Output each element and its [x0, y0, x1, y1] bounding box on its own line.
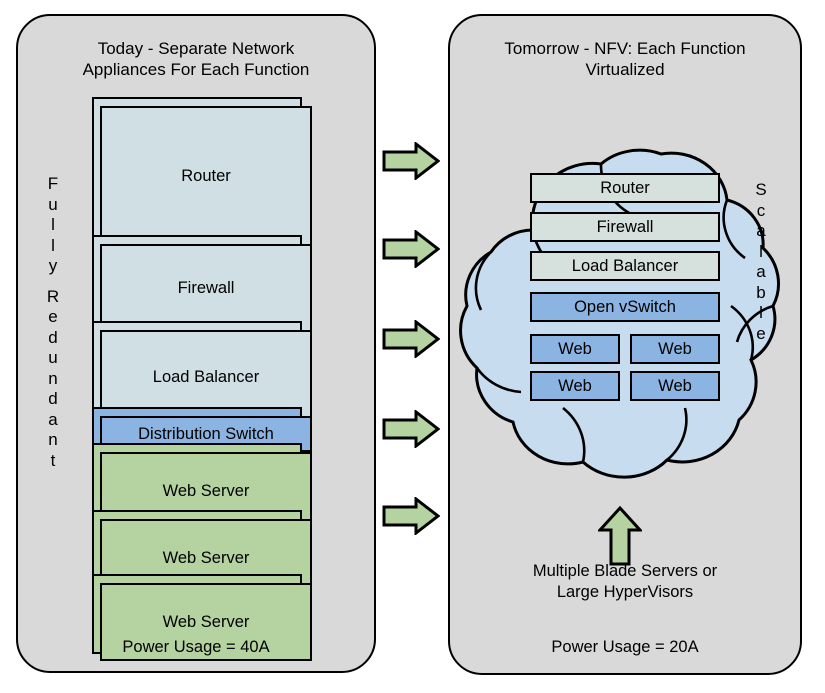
appliance-label: Firewall — [177, 278, 235, 297]
vnf-label: Web — [558, 376, 592, 395]
appliance-firewall[interactable]: Firewall — [92, 235, 318, 333]
vnf-open-vswitch[interactable]: Open vSwitch — [530, 292, 720, 322]
right-panel-title-line1: Tomorrow - NFV: Each Function — [504, 39, 746, 58]
vnf-label: Firewall — [596, 217, 654, 236]
vlabel-letter: a — [48, 409, 58, 429]
vlabel-letter: e — [756, 323, 766, 343]
vnf-load-balancer[interactable]: Load Balancer — [530, 251, 720, 281]
transition-arrow-2 — [382, 228, 441, 270]
vlabel-letter: u — [48, 194, 58, 214]
appliance-frontplate: Router — [100, 106, 312, 246]
vlabel-letter: l — [759, 241, 763, 261]
vlabel-letter: c — [756, 200, 766, 220]
vnf-web-2[interactable]: Web — [630, 334, 720, 364]
vnf-label: Web — [558, 339, 592, 358]
vnf-label: Router — [600, 178, 650, 197]
infrastructure-caption-line2: Large HyperVisors — [556, 583, 694, 601]
vlabel-letter: l — [51, 215, 55, 234]
vnf-firewall[interactable]: Firewall — [530, 212, 720, 242]
transition-arrow-4 — [382, 408, 441, 450]
vnf-web-4[interactable]: Web — [630, 371, 720, 401]
appliance-label: Distribution Switch — [138, 424, 274, 443]
vlabel-letter: F — [47, 174, 59, 193]
appliance-label: Web Server — [162, 612, 250, 631]
vlabel-letter: b — [756, 282, 766, 302]
vnf-web-3[interactable]: Web — [530, 371, 620, 401]
left-panel-title-line1: Today - Separate Network — [97, 39, 295, 58]
scalable-label: S c a l a b l e — [748, 180, 774, 344]
vlabel-letter: t — [50, 450, 56, 470]
vlabel-letter: d — [48, 389, 58, 408]
vlabel-letter: l — [51, 235, 55, 255]
appliance-label: Load Balancer — [152, 367, 260, 386]
right-panel-title-line2: Virtualized — [585, 60, 665, 79]
appliance-label: Web Server — [162, 481, 250, 500]
appliance-frontplate: Firewall — [100, 244, 312, 332]
left-power-usage: Power Usage = 40A — [122, 638, 270, 656]
vnf-router[interactable]: Router — [530, 173, 720, 203]
vlabel-letter: d — [48, 327, 58, 347]
appliance-router[interactable]: Router — [92, 97, 318, 247]
left-panel-title: Today - Separate Network Appliances For … — [18, 38, 374, 80]
vlabel-letter: l — [759, 303, 763, 322]
transition-arrow-1 — [382, 140, 441, 182]
vlabel-letter: n — [48, 430, 58, 449]
appliance-label: Web Server — [162, 548, 250, 567]
infrastructure-up-arrow — [596, 505, 644, 566]
vnf-web-1[interactable]: Web — [530, 334, 620, 364]
vlabel-letter: a — [756, 221, 766, 240]
fully-redundant-label: F u l l y R e d u n d a n t — [40, 174, 66, 471]
vnf-label: Load Balancer — [571, 256, 679, 275]
right-power-usage: Power Usage = 20A — [551, 638, 699, 656]
today-panel: Today - Separate Network Appliances For … — [16, 14, 376, 673]
vlabel-letter: S — [755, 180, 767, 199]
transition-arrow-5 — [382, 495, 441, 537]
vnf-label: Web — [658, 339, 692, 358]
left-panel-title-line2: Appliances For Each Function — [82, 60, 310, 79]
vnf-label: Web — [658, 376, 692, 395]
right-panel-title: Tomorrow - NFV: Each Function Virtualize… — [450, 38, 800, 80]
infrastructure-caption: Multiple Blade Servers or Large HyperVis… — [450, 561, 800, 603]
vlabel-letter: y — [48, 256, 58, 275]
vnf-label: Open vSwitch — [574, 297, 676, 316]
vlabel-letter: e — [48, 307, 58, 326]
vlabel-letter: R — [46, 286, 60, 306]
vlabel-letter: u — [48, 348, 58, 367]
transition-arrow-3 — [382, 318, 441, 360]
appliance-label: Router — [181, 166, 231, 185]
vlabel-letter: n — [48, 368, 58, 388]
vlabel-letter: a — [756, 262, 766, 281]
